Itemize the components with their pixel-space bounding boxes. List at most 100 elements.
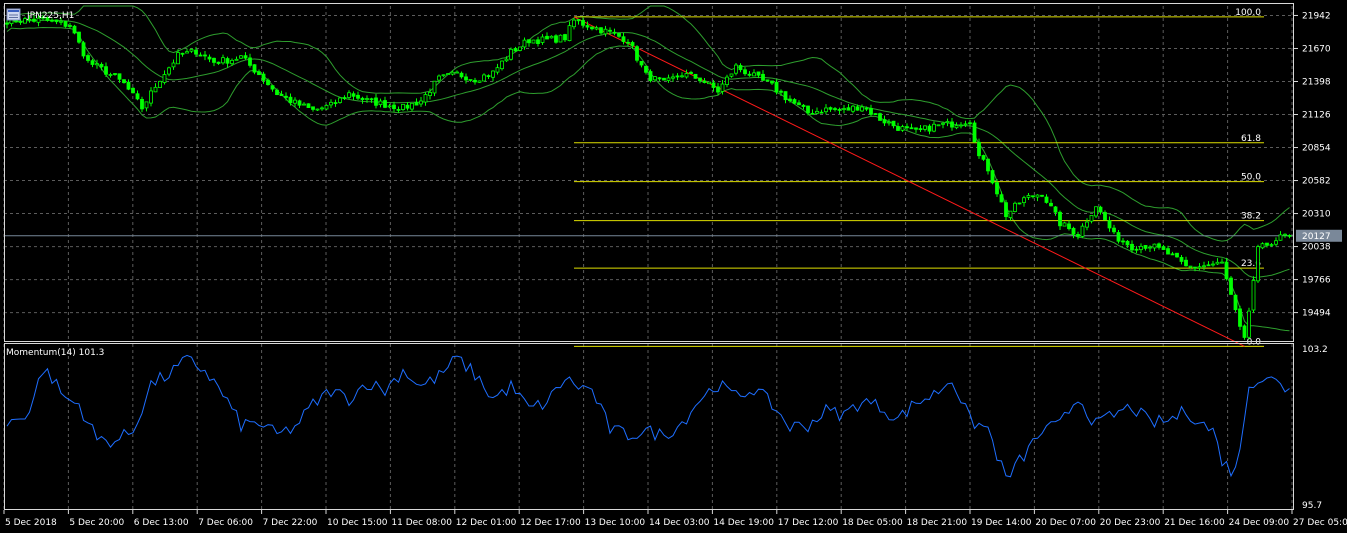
candle-body — [630, 42, 635, 47]
candle-body — [981, 155, 986, 160]
fib-level-label: 61.8 — [1241, 134, 1261, 144]
candle-body — [887, 121, 891, 124]
time-tick-label: 20 Dec 23:00 — [1100, 518, 1161, 528]
candle-body — [1094, 206, 1098, 217]
price-tick-label: 19494 — [1302, 309, 1331, 319]
candle-body — [666, 77, 671, 81]
candle-body — [158, 80, 162, 88]
candle-body — [612, 31, 617, 34]
candle-body — [594, 27, 599, 30]
candle-body — [572, 19, 576, 28]
candle-body — [684, 73, 689, 78]
candle-body — [828, 107, 833, 110]
time-tick-label: 7 Dec 06:00 — [198, 518, 253, 528]
time-tick-label: 18 Dec 21:00 — [907, 518, 968, 528]
price-tick-label: 21126 — [1302, 111, 1331, 121]
time-tick-label: 12 Dec 01:00 — [456, 518, 517, 528]
time-tick-label: 14 Dec 19:00 — [713, 518, 774, 528]
candle-body — [230, 59, 234, 65]
candle-body — [446, 73, 450, 75]
candle-body — [1089, 215, 1094, 222]
price-tick-label: 21942 — [1302, 11, 1331, 21]
candle-body — [491, 70, 495, 78]
time-tick-label: 24 Dec 09:00 — [1229, 518, 1290, 528]
candle-body — [855, 106, 860, 111]
candle-body — [945, 121, 950, 124]
candle-body — [1269, 244, 1274, 246]
candle-body — [117, 73, 122, 80]
candle-body — [1008, 210, 1013, 218]
candle-body — [905, 126, 909, 129]
candle-body — [756, 71, 761, 76]
candle-body — [257, 71, 261, 76]
candle-body — [144, 101, 149, 109]
candle-body — [1004, 202, 1008, 218]
candle-body — [18, 20, 23, 23]
candle-body — [293, 99, 297, 104]
candle-body — [248, 57, 252, 66]
candle-body — [720, 83, 725, 92]
candle-body — [311, 106, 315, 110]
candle-body — [1125, 240, 1130, 246]
candle-body — [356, 94, 360, 99]
candle-body — [815, 110, 819, 114]
candle-body — [918, 128, 923, 131]
symbol-title: JPN225,H1 — [6, 8, 74, 21]
candle-body — [801, 104, 806, 107]
candle-body — [752, 72, 756, 77]
candle-body — [351, 93, 356, 97]
candle-body — [590, 26, 594, 30]
candle-body — [1022, 197, 1026, 203]
candle-body — [711, 82, 716, 88]
candle-body — [360, 97, 365, 101]
candle-body — [1080, 225, 1085, 237]
price-tick-label: 21398 — [1302, 77, 1331, 87]
price-tick-label: 19766 — [1302, 276, 1331, 286]
candle-body — [693, 73, 698, 79]
candle-body — [243, 55, 248, 59]
price-tick-label: 20038 — [1302, 243, 1331, 253]
candle-body — [819, 111, 824, 114]
candle-body — [1035, 194, 1040, 198]
candle-body — [437, 75, 441, 81]
candle-body — [810, 112, 815, 115]
candle-body — [689, 71, 693, 75]
trading-chart[interactable]: 100.061.850.038.223.60.0 219422167021398… — [0, 0, 1347, 533]
candle-body — [1026, 195, 1031, 198]
candle-body — [1161, 246, 1166, 250]
candle-body — [1211, 263, 1215, 266]
candle-body — [909, 127, 914, 130]
candle-body — [234, 58, 239, 61]
candle-body — [540, 36, 545, 43]
candle-body — [837, 109, 842, 111]
candle-body — [252, 64, 257, 73]
candle-body — [180, 52, 185, 55]
candle-body — [392, 104, 396, 110]
candle-body — [1103, 212, 1107, 221]
candle-body — [482, 74, 486, 82]
candle-body — [473, 79, 477, 83]
candle-body — [221, 57, 225, 64]
candle-body — [576, 19, 581, 22]
candle-body — [522, 39, 527, 48]
candle-body — [999, 194, 1004, 203]
candle-body — [104, 66, 108, 75]
candle-body — [68, 25, 72, 27]
candle-body — [126, 81, 131, 90]
candle-body — [657, 77, 662, 80]
candle-body — [1152, 243, 1157, 249]
candle-body — [513, 48, 518, 52]
candle-body — [266, 79, 270, 86]
candle-body — [1071, 227, 1076, 235]
candle-body — [270, 85, 275, 90]
candle-body — [486, 75, 491, 78]
candle-body — [333, 102, 338, 104]
candle-body — [1188, 265, 1193, 268]
candle-body — [108, 74, 113, 76]
candle-body — [1224, 261, 1229, 280]
candle-body — [1197, 266, 1202, 269]
candle-body — [549, 35, 554, 39]
candle-body — [878, 113, 882, 121]
candle-body — [261, 73, 266, 81]
candle-body — [950, 121, 954, 128]
